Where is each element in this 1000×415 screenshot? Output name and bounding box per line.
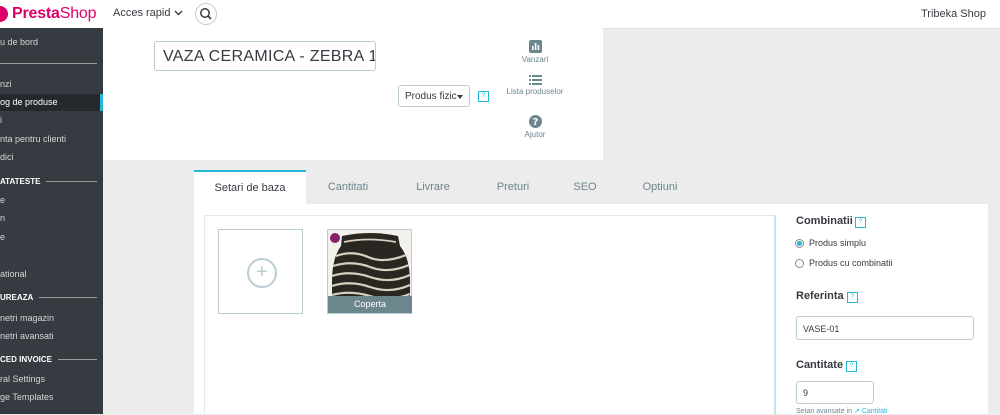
help-tool-button[interactable]: ? Ajutor — [518, 115, 552, 139]
radio-simple-label: Produs simplu — [809, 238, 867, 248]
tab-shipping[interactable]: Livrare — [390, 170, 476, 204]
sidebar-item-general-settings[interactable]: ral Settings — [0, 371, 103, 388]
sidebar-item-orders[interactable]: nzi — [0, 76, 103, 93]
radio-combinations-label: Produs cu combinatii — [809, 258, 893, 268]
sidebar-section-advanced-invoice: CED INVOICE — [0, 352, 103, 366]
search-icon — [200, 8, 212, 20]
product-list-tool-button[interactable]: Lista produselor — [505, 74, 565, 96]
reference-title: Referinta — [796, 290, 844, 302]
product-list-tool-label: Lista produselor — [506, 87, 564, 96]
sidebar-item-catalog[interactable]: og de produse — [0, 94, 103, 111]
sidebar: u de bord nzi og de produse i nta pentru… — [0, 28, 103, 414]
sidebar-item-design[interactable]: n — [0, 210, 103, 227]
quantity-input[interactable]: 9 — [796, 381, 874, 404]
prestashop-logo[interactable]: PrestaShop — [0, 0, 97, 28]
sidebar-item-modules[interactable]: e — [0, 192, 103, 209]
cover-label: Coperta — [328, 296, 412, 313]
search-button[interactable] — [195, 3, 217, 25]
sidebar-item-clients[interactable]: i — [0, 112, 103, 129]
quantity-title: Cantitate — [796, 359, 844, 371]
radio-button-checked[interactable] — [795, 238, 804, 248]
sales-tool-label: Vanzari — [521, 55, 549, 64]
bar-chart-icon — [528, 40, 542, 53]
sidebar-item-shipping[interactable]: e — [0, 229, 103, 246]
sidebar-item-stats[interactable]: dici — [0, 149, 103, 166]
sidebar-section-label: UREAZA — [0, 292, 34, 302]
radio-product-with-combinations[interactable]: Produs cu combinatii — [795, 258, 893, 268]
tab-basic-settings[interactable]: Setari de baza — [194, 170, 306, 204]
svg-text:?: ? — [532, 117, 538, 128]
help-icon[interactable]: ? — [846, 361, 857, 372]
sidebar-item-dashboard[interactable]: u de bord — [0, 34, 103, 51]
shop-name-link[interactable]: Tribeka Shop — [921, 8, 986, 20]
help-tool-label: Ajutor — [524, 130, 546, 139]
product-type-value: Produs fizic — [405, 91, 457, 102]
help-icon[interactable]: ? — [847, 292, 858, 303]
list-icon — [528, 75, 542, 85]
quick-access-dropdown[interactable]: Acces rapid — [113, 7, 183, 19]
plus-icon: + — [247, 258, 277, 288]
product-type-select[interactable]: Produs fizic — [398, 85, 470, 107]
tab-quantities[interactable]: Cantitati — [306, 170, 390, 204]
quick-access-label: Acces rapid — [113, 7, 171, 19]
tab-seo[interactable]: SEO — [550, 170, 620, 204]
tab-options[interactable]: Optiuni — [620, 170, 700, 204]
sidebar-section-improve: ATATESTE — [0, 174, 103, 188]
radio-button[interactable] — [795, 258, 804, 268]
question-circle-icon: ? — [528, 115, 542, 128]
radio-simple-product[interactable]: Produs simplu — [795, 238, 866, 248]
help-icon[interactable]: ? — [855, 217, 866, 228]
add-image-button[interactable]: + — [218, 229, 303, 314]
chevron-down-icon — [174, 10, 183, 16]
logo-text-shop: Shop — [59, 5, 97, 22]
reference-input[interactable]: VASE-01 — [796, 316, 974, 340]
sidebar-item-advanced-parameters[interactable]: netri avansati — [0, 328, 103, 345]
sidebar-item-international[interactable]: ational — [0, 266, 103, 283]
sidebar-item-page-templates[interactable]: ge Templates — [0, 389, 103, 406]
caret-down-icon — [457, 95, 463, 99]
sidebar-divider — [0, 63, 97, 64]
sidebar-item-shop-parameters[interactable]: netri magazin — [0, 310, 103, 327]
sidebar-section-label: CED INVOICE — [0, 354, 53, 364]
tab-pricing[interactable]: Preturi — [476, 170, 550, 204]
combinations-title: Combinatii — [796, 215, 853, 227]
logo-icon — [0, 6, 8, 22]
sidebar-section-label: ATATESTE — [0, 176, 41, 186]
product-tabs: Setari de baza Cantitati Livrare Preturi… — [194, 170, 988, 204]
sidebar-item-customer-service[interactable]: nta pentru clienti — [0, 131, 103, 148]
product-name-input[interactable]: VAZA CERAMICA - ZEBRA 19× — [154, 41, 376, 71]
logo-text-main: Presta — [12, 5, 60, 22]
sidebar-section-configure: UREAZA — [0, 290, 103, 304]
sales-tool-button[interactable]: Vanzari — [518, 40, 552, 64]
help-icon[interactable]: ? — [478, 91, 489, 102]
